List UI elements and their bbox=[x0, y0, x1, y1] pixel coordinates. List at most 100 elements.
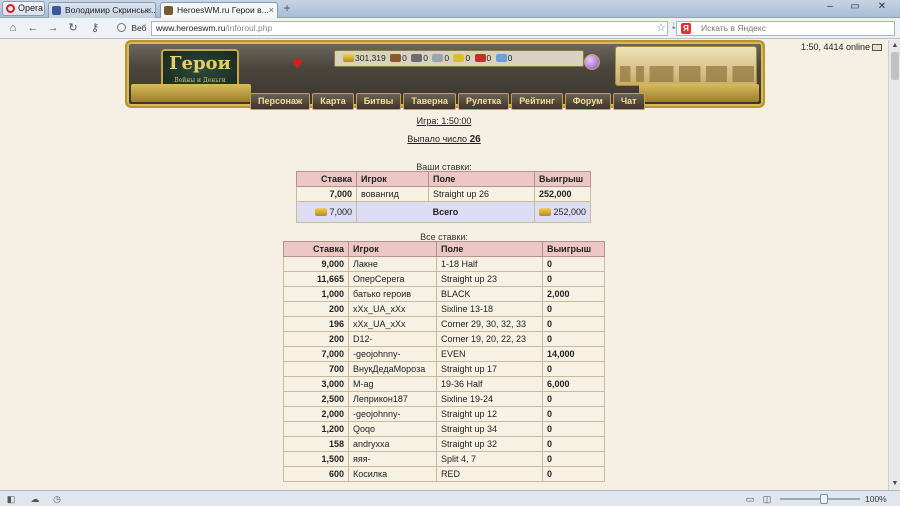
tab-heroeswm[interactable]: HeroesWM.ru Герои в... × bbox=[160, 2, 278, 18]
panel-toggle-icon[interactable]: ◧ bbox=[6, 494, 16, 504]
bet-field: Split 4, 7 bbox=[436, 451, 543, 467]
table-row: 196 xXx_UA_xXx Corner 29, 30, 32, 33 0 bbox=[283, 316, 605, 332]
bet-stake: 1,000 bbox=[283, 286, 349, 302]
menu-item-roulette[interactable]: Рулетка bbox=[457, 93, 510, 110]
speed-dial-icon[interactable]: ◷ bbox=[52, 494, 62, 504]
table-row: 158 andryxxa Straight up 32 0 bbox=[283, 436, 605, 452]
bet-player: D12- bbox=[348, 331, 437, 347]
minimize-icon[interactable]: – bbox=[820, 1, 840, 12]
reload-icon[interactable]: ↻ bbox=[66, 21, 80, 35]
bet-field: 19-36 Half bbox=[436, 376, 543, 392]
zoom-level: 100% bbox=[865, 494, 887, 504]
menu-item-chat[interactable]: Чат bbox=[612, 93, 645, 110]
gold-icon bbox=[343, 54, 354, 62]
gold-amount: 301,319 bbox=[355, 53, 386, 63]
all-bets-table: Ставка Игрок Поле Выигрыш 9,000 Лакне 1-18… bbox=[283, 241, 605, 482]
column-header-field: Поле bbox=[436, 241, 543, 257]
close-window-icon[interactable]: ✕ bbox=[872, 1, 892, 12]
table-row: 3,000 M-ag 19-36 Half 6,000 bbox=[283, 376, 605, 392]
bet-field: Straight up 34 bbox=[436, 421, 543, 437]
table-row: 1,500 яяя- Split 4, 70 bbox=[283, 451, 605, 467]
menu-item-character[interactable]: Персонаж bbox=[250, 93, 311, 110]
sulfur-icon bbox=[453, 54, 465, 62]
table-row: 11,665 ОперСерега Straight up 23 0 bbox=[283, 271, 605, 287]
bet-field: Sixline 19-24 bbox=[436, 391, 543, 407]
bet-field: Straight up 32 bbox=[436, 436, 543, 452]
bet-field: Straight up 17 bbox=[436, 361, 543, 377]
bet-player: -geojohnny- bbox=[348, 346, 437, 362]
mana-orb-icon bbox=[584, 54, 600, 70]
gems-icon bbox=[495, 54, 507, 62]
table-header-row: Ставка Игрок Поле Выигрыш bbox=[296, 171, 591, 187]
search-placeholder: Искать в Яндекс bbox=[701, 23, 766, 33]
logo-title: Герои bbox=[169, 53, 231, 74]
crystals-amount: 0 bbox=[486, 53, 492, 63]
key-icon[interactable]: ⚷ bbox=[88, 21, 102, 35]
bet-stake: 9,000 bbox=[283, 256, 349, 272]
maximize-icon[interactable]: ▭ bbox=[845, 1, 865, 12]
bet-field: 1-18 Half bbox=[436, 256, 543, 272]
cloud-sync-icon[interactable]: ☁ bbox=[30, 494, 40, 504]
tab-title: HeroesWM.ru Герои в... bbox=[177, 5, 269, 15]
wood-icon bbox=[390, 54, 402, 62]
home-icon[interactable]: ⌂ bbox=[6, 21, 20, 35]
menu-item-rating[interactable]: Рейтинг bbox=[511, 93, 563, 110]
column-header-player: Игрок bbox=[356, 171, 429, 187]
zoom-slider-handle[interactable] bbox=[820, 494, 828, 504]
bet-field: RED bbox=[436, 466, 543, 482]
web-button[interactable]: Веб bbox=[117, 23, 147, 33]
view-icon[interactable]: ▭ bbox=[745, 494, 755, 504]
browser-tab-bar: Opera Володимир Скринськ... × HeroesWM.r… bbox=[0, 0, 900, 18]
bet-player: яяя- bbox=[348, 451, 437, 467]
bet-player: M-ag bbox=[348, 376, 437, 392]
tab-vk[interactable]: Володимир Скринськ... × bbox=[48, 2, 156, 18]
address-bar-row: ⌂ ← → ↻ ⚷ Веб www.heroeswm.ru/inforoul.p… bbox=[0, 19, 900, 39]
search-field[interactable]: Я Искать в Яндекс bbox=[676, 21, 895, 36]
bet-stake: 196 bbox=[283, 316, 349, 332]
scroll-up-icon[interactable]: ▲ bbox=[890, 41, 900, 51]
menu-item-battles[interactable]: Битвы bbox=[355, 93, 402, 110]
column-header-win: Выигрыш bbox=[542, 241, 605, 257]
menu-item-map[interactable]: Карта bbox=[312, 93, 354, 110]
new-tab-button[interactable]: + bbox=[281, 2, 293, 15]
total-stake-cell: 7,000 bbox=[296, 201, 357, 223]
wood-amount: 0 bbox=[402, 53, 407, 63]
bet-player: Лакне bbox=[348, 256, 437, 272]
bet-win: 6,000 bbox=[542, 376, 605, 392]
bet-player: ВнукДедаМороза bbox=[348, 361, 437, 377]
back-icon[interactable]: ← bbox=[26, 21, 40, 35]
bet-stake: 2,500 bbox=[283, 391, 349, 407]
scroll-thumb[interactable] bbox=[891, 52, 899, 80]
bet-win: 0 bbox=[542, 316, 605, 332]
zoom-icon[interactable]: ◫ bbox=[762, 494, 772, 504]
table-row: 600 Косилка RED 0 bbox=[283, 466, 605, 482]
tab-title: Володимир Скринськ... bbox=[65, 5, 156, 15]
bet-field: Straight up 12 bbox=[436, 406, 543, 422]
close-tab-icon[interactable]: × bbox=[147, 3, 152, 17]
bet-win: 0 bbox=[542, 256, 605, 272]
opera-logo-icon bbox=[6, 4, 15, 13]
vertical-scrollbar[interactable]: ▲ ▼ bbox=[888, 40, 900, 490]
column-header-player: Игрок bbox=[348, 241, 437, 257]
column-header-stake: Ставка bbox=[283, 241, 349, 257]
bet-player: andryxxa bbox=[348, 436, 437, 452]
heroes-logo[interactable]: Герои Войны и Деньги bbox=[161, 49, 239, 89]
scroll-down-icon[interactable]: ▼ bbox=[890, 479, 900, 489]
menu-item-forum[interactable]: Форум bbox=[564, 93, 611, 110]
close-tab-icon[interactable]: × bbox=[269, 3, 274, 17]
bet-win: 0 bbox=[542, 436, 605, 452]
bet-stake: 200 bbox=[283, 301, 349, 317]
drawn-number-line: Выпало число 26 bbox=[0, 134, 888, 145]
table-row: 9,000 Лакне 1-18 Half 0 bbox=[283, 256, 605, 272]
url-field[interactable]: www.heroeswm.ru/inforoul.php bbox=[151, 21, 668, 36]
forward-icon[interactable]: → bbox=[46, 21, 60, 35]
bet-stake: 200 bbox=[283, 331, 349, 347]
bet-player: Леприкон187 bbox=[348, 391, 437, 407]
game-time-link[interactable]: Игра: 1:50:00 bbox=[0, 116, 888, 126]
menu-item-tavern[interactable]: Таверна bbox=[403, 93, 456, 110]
health-heart-icon: ♥ bbox=[292, 53, 303, 73]
opera-menu-button[interactable]: Opera bbox=[2, 1, 45, 16]
bookmark-star-icon[interactable]: ☆ bbox=[656, 21, 666, 34]
city-picture bbox=[615, 46, 757, 86]
mail-icon[interactable] bbox=[872, 44, 882, 51]
